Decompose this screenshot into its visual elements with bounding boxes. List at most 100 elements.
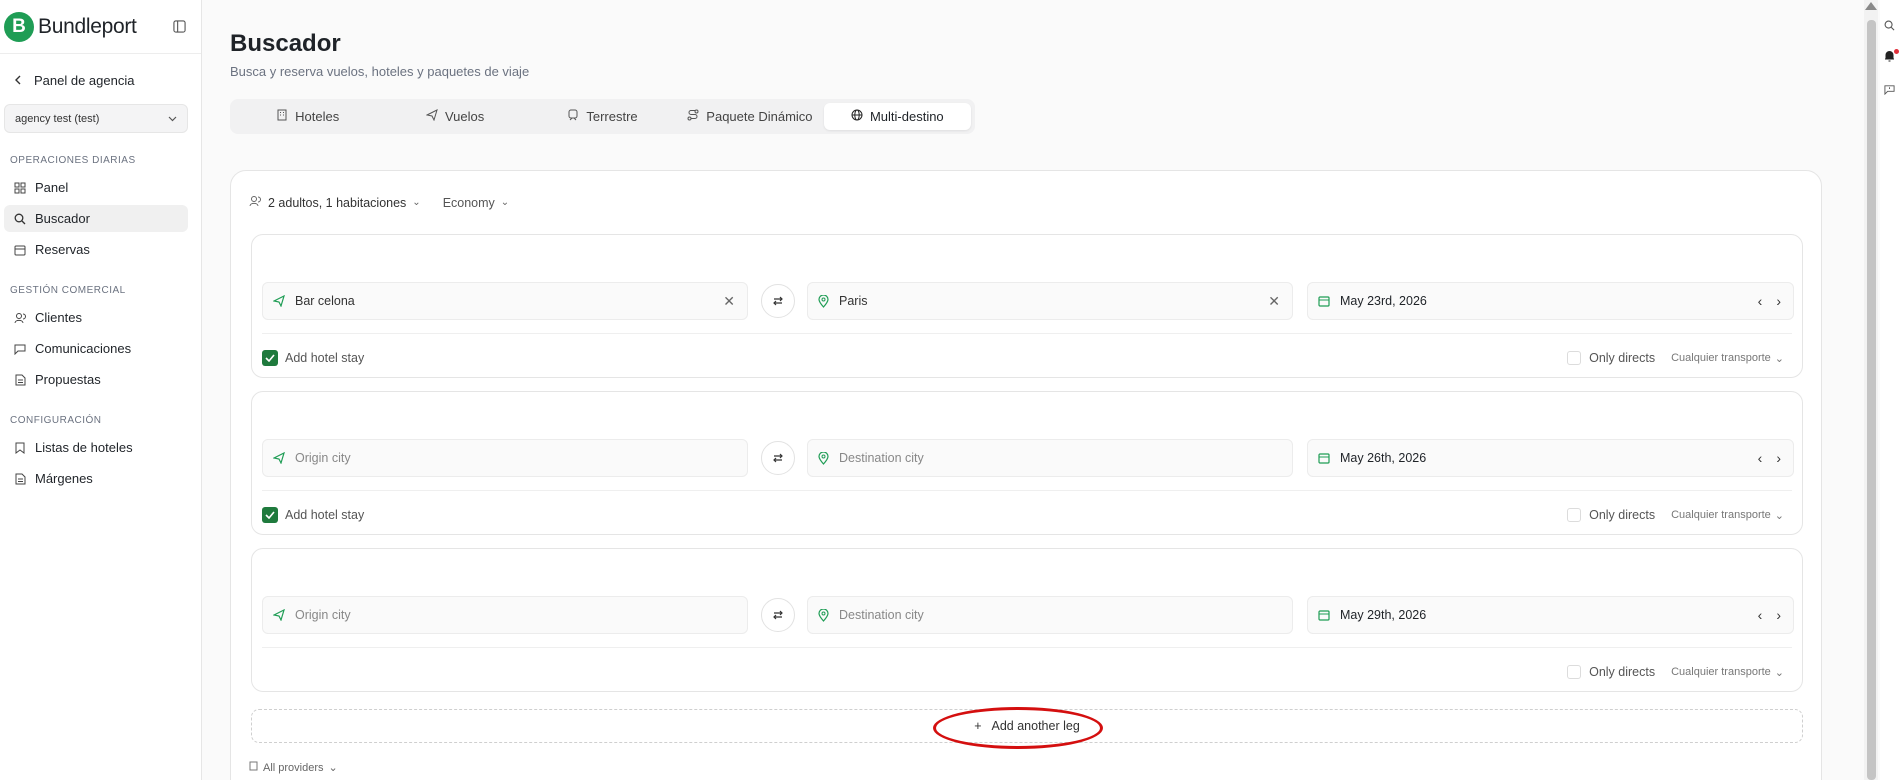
chevron-left-icon[interactable]: ‹	[1758, 293, 1763, 309]
brand-header: B Bundleport	[0, 0, 201, 54]
only-directs-label: Only directs	[1589, 351, 1656, 365]
date-field[interactable]: May 26th, 2026 ‹ ›	[1307, 439, 1794, 477]
globe-icon	[851, 109, 863, 124]
search-icon	[13, 212, 27, 226]
tab-terrestre[interactable]: Terrestre	[529, 103, 676, 130]
tab-label: Vuelos	[444, 109, 485, 124]
sidebar-item-buscador[interactable]: Buscador	[4, 205, 188, 232]
date-field[interactable]: May 23rd, 2026 ‹ ›	[1307, 282, 1794, 320]
brand-name: Bundleport	[38, 14, 137, 38]
close-icon[interactable]: ✕	[723, 293, 735, 310]
main-content: Buscador Busca y reserva vuelos, hoteles…	[230, 0, 1840, 780]
sidebar-toggle-icon[interactable]	[169, 17, 189, 37]
chevron-left-icon[interactable]: ‹	[1758, 607, 1763, 623]
tab-paquete-dinamico[interactable]: Paquete Dinámico	[676, 103, 823, 130]
leg-2: Origin city Destination city May 26th, 2…	[251, 391, 1803, 535]
sidebar-item-panel[interactable]: Panel	[4, 174, 188, 201]
destination-field[interactable]: Destination city	[807, 439, 1293, 477]
search-tabs: Hoteles Vuelos Terrestre Paquete Dinámic…	[230, 99, 975, 134]
date-value: May 26th, 2026	[1340, 451, 1427, 465]
swap-button[interactable]	[761, 598, 795, 632]
add-hotel-label: Add hotel stay	[285, 508, 365, 522]
scroll-up-arrow[interactable]	[1865, 2, 1877, 10]
swap-button[interactable]	[761, 284, 795, 318]
multi-destination-card: 2 adultos, 1 habitaciones ⌄ Economy ⌄ Ba…	[230, 170, 1822, 780]
scroll-thumb[interactable]	[1867, 20, 1876, 780]
chevron-right-icon[interactable]: ›	[1776, 293, 1781, 309]
sidebar-item-clientes[interactable]: Clientes	[4, 304, 188, 331]
tab-label: Terrestre	[586, 109, 638, 124]
providers-label: All providers	[263, 761, 324, 774]
destination-field[interactable]: Destination city	[807, 596, 1293, 634]
sidebar-item-label: Panel	[35, 180, 69, 195]
destination-field[interactable]: Paris ✕	[807, 282, 1293, 320]
date-field[interactable]: May 29th, 2026 ‹ ›	[1307, 596, 1794, 634]
transport-select[interactable]: Cualquier transporte ⌄	[1671, 509, 1784, 522]
chevron-right-icon[interactable]: ›	[1776, 450, 1781, 466]
sidebar-item-label: Márgenes	[35, 471, 93, 486]
tab-hoteles[interactable]: Hoteles	[234, 103, 381, 130]
only-directs-checkbox[interactable]	[1567, 508, 1582, 522]
chevron-down-icon: ⌄	[328, 762, 338, 774]
document-icon	[13, 373, 27, 387]
plane-icon	[273, 295, 285, 307]
sidebar-item-label: Listas de hoteles	[35, 440, 133, 455]
only-directs-checkbox[interactable]	[1567, 351, 1582, 365]
sidebar-item-label: Clientes	[35, 310, 82, 325]
building-icon	[249, 761, 258, 774]
chevron-down-icon: ⌄	[1774, 666, 1784, 679]
users-icon	[13, 311, 27, 325]
sidebar-item-listas-hoteles[interactable]: Listas de hoteles	[4, 434, 188, 461]
origin-field[interactable]: Bar celona ✕	[262, 282, 748, 320]
tab-label: Paquete Dinámico	[706, 109, 813, 124]
agency-select[interactable]: agency test (test)	[4, 104, 188, 133]
chevron-down-icon: ⌄	[500, 197, 510, 208]
agency-select-value: agency test (test)	[15, 112, 100, 125]
sidebar-item-reservas[interactable]: Reservas	[4, 236, 188, 263]
section-title-daily: OPERACIONES DIARIAS	[10, 155, 136, 166]
chevron-right-icon[interactable]: ›	[1776, 607, 1781, 623]
map-pin-icon	[818, 451, 829, 465]
chevron-left-icon[interactable]: ‹	[1758, 450, 1763, 466]
providers-selector[interactable]: All providers ⌄	[249, 761, 338, 774]
transport-select[interactable]: Cualquier transporte ⌄	[1671, 666, 1784, 679]
tab-vuelos[interactable]: Vuelos	[381, 103, 528, 130]
chevron-down-icon	[168, 113, 177, 125]
train-icon	[567, 109, 579, 124]
close-icon[interactable]: ✕	[1268, 293, 1280, 310]
origin-value: Bar celona	[295, 294, 355, 308]
add-hotel-checkbox[interactable]	[262, 507, 278, 523]
cabin-selector[interactable]: Economy ⌄	[443, 196, 510, 210]
transport-select[interactable]: Cualquier transporte ⌄	[1671, 352, 1784, 365]
tab-label: Hoteles	[295, 109, 340, 124]
swap-button[interactable]	[761, 441, 795, 475]
back-label: Panel de agencia	[34, 72, 135, 88]
origin-field[interactable]: Origin city	[262, 439, 748, 477]
calendar-icon	[1318, 295, 1330, 307]
search-icon[interactable]	[1884, 20, 1895, 34]
users-icon	[249, 195, 262, 210]
feedback-icon[interactable]	[1884, 84, 1895, 98]
add-hotel-checkbox[interactable]	[262, 350, 278, 366]
origin-placeholder: Origin city	[295, 608, 351, 622]
calendar-icon	[1318, 452, 1330, 464]
destination-value: Paris	[839, 294, 868, 308]
tab-multi-destino[interactable]: Multi-destino	[823, 103, 972, 130]
passengers-selector[interactable]: 2 adultos, 1 habitaciones	[268, 196, 406, 210]
sidebar-item-propuestas[interactable]: Propuestas	[4, 366, 188, 393]
notification-dot	[1894, 49, 1899, 54]
sidebar-item-label: Reservas	[35, 242, 90, 257]
origin-field[interactable]: Origin city	[262, 596, 748, 634]
sidebar-item-comunicaciones[interactable]: Comunicaciones	[4, 335, 188, 362]
page-subtitle: Busca y reserva vuelos, hoteles y paquet…	[230, 64, 530, 79]
calendar-icon	[1318, 609, 1330, 621]
destination-placeholder: Destination city	[839, 608, 924, 622]
sidebar-item-margenes[interactable]: Márgenes	[4, 465, 188, 492]
sidebar-item-label: Comunicaciones	[35, 341, 132, 356]
leg-3: Origin city Destination city May 29th, 2…	[251, 548, 1803, 692]
section-title-commercial: GESTIÓN COMERCIAL	[10, 285, 126, 296]
passenger-row: 2 adultos, 1 habitaciones ⌄ Economy ⌄	[249, 195, 509, 210]
only-directs-checkbox[interactable]	[1567, 665, 1582, 679]
section-title-config: CONFIGURACIÓN	[10, 415, 102, 426]
back-to-agency-panel[interactable]: Panel de agencia	[0, 58, 201, 102]
